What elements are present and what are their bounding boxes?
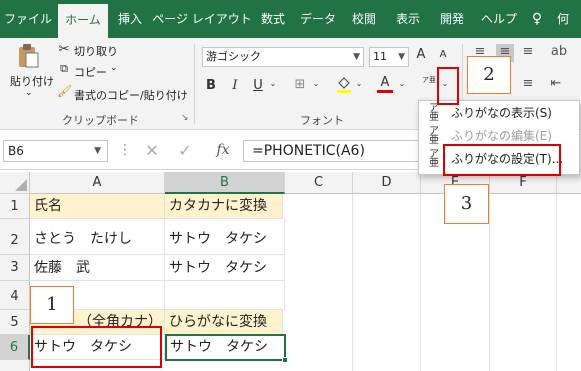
tab-help[interactable]: ヘルプ [476,0,522,38]
column-header-a[interactable]: A [30,172,165,194]
font-color-button[interactable]: A [377,76,393,93]
name-box-value: B6 [8,144,24,158]
tab-page-layout[interactable]: ページ レイアウト [152,0,252,38]
callout-step-3: 3 [444,184,489,224]
gridline [556,194,557,371]
cell-b1[interactable]: カタカナに変換 [165,194,283,219]
copy-button[interactable]: コピー [74,64,107,80]
fill-color-chevron-down-icon[interactable]: ⌄ [354,79,364,88]
column-header-b[interactable]: B [165,172,285,194]
cell-b6[interactable]: サトウ タケシ [165,334,286,361]
grow-font-button[interactable]: A [414,47,428,62]
callout-highlight-cell-a6 [31,326,162,368]
fill-handle[interactable] [282,357,288,363]
column-header-d[interactable]: D [353,172,421,194]
callout-step-1: 1 [30,286,74,324]
tell-me-search[interactable]: 何 [548,0,578,38]
name-box[interactable]: B6 ▼ [3,140,108,162]
font-color-glyph: A [380,75,390,90]
tab-review[interactable]: 校閲 [344,0,384,38]
enter-icon[interactable]: ✓ [177,141,193,160]
font-size-value: 11 [373,50,387,63]
callout-step-2: 2 [467,56,511,94]
show-furigana-icon: ア亜 [429,103,439,123]
indent-icon[interactable]: ⇤ [548,76,564,91]
font-name-combo[interactable]: 游ゴシック ▼ [202,47,364,67]
font-name-value: 游ゴシック [206,50,261,63]
paste-button[interactable]: 貼り付け [10,73,54,89]
format-painter-button[interactable]: 書式のコピー/貼り付け [74,87,188,103]
tab-home[interactable]: ホーム [58,4,108,38]
tab-file[interactable]: ファイル [2,0,54,38]
cell-b5[interactable]: ひらがなに変換 [165,310,283,335]
row-header[interactable]: 6 [0,335,30,360]
font-group-label: フォント [300,114,344,127]
cut-button[interactable]: 切り取り [74,43,118,59]
scissors-icon[interactable]: ✂ [57,42,71,57]
cell-a2[interactable]: さとう たけし [30,219,165,255]
cell-b2[interactable]: サトウ タケシ [165,219,285,255]
bold-button[interactable]: B [204,78,218,93]
furigana-glyph: ア亜 [422,76,436,84]
lightbulb-icon[interactable]: ♀ [530,0,544,38]
cancel-icon[interactable]: ✕ [144,141,160,160]
borders-chevron-down-icon[interactable]: ⌄ [311,79,321,88]
borders-icon[interactable]: ⊞ [292,77,308,92]
tab-developer[interactable]: 開発 [432,0,472,38]
tab-data[interactable]: データ [296,0,340,38]
clipboard-group-label: クリップボード [62,114,139,127]
font-size-chevron-down-icon: ▼ [398,52,405,62]
cell-b3[interactable]: サトウ タケシ [165,255,285,281]
clipboard-launcher-icon[interactable]: ↘ [181,113,189,123]
tab-insert[interactable]: 挿入 [110,0,150,38]
paste-dropdown-chevron-icon[interactable]: ⌄ [25,88,33,98]
gridline [489,194,490,371]
callout-highlight-furigana-dropdown [437,67,459,105]
row-header[interactable]: 1 [0,194,30,219]
font-name-chevron-down-icon: ▼ [353,52,360,62]
copy-chevron-down-icon[interactable]: ⌄ [110,63,118,73]
tab-formulas[interactable]: 数式 [254,0,292,38]
edit-furigana-icon: ア亜 [429,126,439,146]
align-bottom-icon[interactable]: ≡ [520,44,536,59]
callout-highlight-furigana-settings [443,144,561,176]
formula-bar-grip-icon[interactable]: ⋮ [118,142,132,158]
font-size-combo[interactable]: 11 ▼ [369,47,409,67]
format-painter-icon[interactable]: 🖌 [57,84,72,98]
tab-view[interactable]: 表示 [388,0,428,38]
select-all-corner[interactable] [0,172,30,194]
copy-icon[interactable]: ⧉ [57,62,71,76]
furigana-settings-icon: ア亜 [429,149,439,169]
column-header-c[interactable]: C [285,172,353,194]
cell-b4[interactable] [165,281,285,310]
furigana-icon[interactable]: ア亜 [420,76,436,84]
orientation-icon[interactable]: ab [548,44,570,59]
gridline [420,194,421,371]
name-box-chevron-down-icon: ▼ [94,146,101,156]
menu-item-label: ふりがなの編集(E) [451,129,552,143]
underline-button[interactable]: U [251,78,265,93]
row-header[interactable]: 5 [0,310,30,335]
shrink-font-button[interactable]: A [437,49,449,60]
italic-button[interactable]: I [229,78,241,93]
fill-color-icon[interactable] [336,76,352,98]
underline-chevron-down-icon[interactable]: ⌄ [268,79,278,88]
menu-item-label: ふりがなの表示(S) [451,106,552,120]
align-right-icon[interactable]: ≡ [520,76,536,91]
insert-function-button[interactable]: fx [213,142,233,158]
cell-a3[interactable]: 佐藤 武 [30,255,165,281]
row-header[interactable]: 3 [0,255,30,281]
font-color-swatch [377,90,393,93]
font-color-chevron-down-icon[interactable]: ⌄ [397,79,407,88]
paste-icon[interactable] [14,42,42,70]
ribbon-divider [194,44,195,124]
row-header[interactable]: 2 [0,219,30,255]
cell-a1[interactable]: 氏名 [30,194,165,219]
row-header[interactable] [0,360,30,371]
row-header[interactable]: 4 [0,281,30,310]
gridline [352,194,353,371]
